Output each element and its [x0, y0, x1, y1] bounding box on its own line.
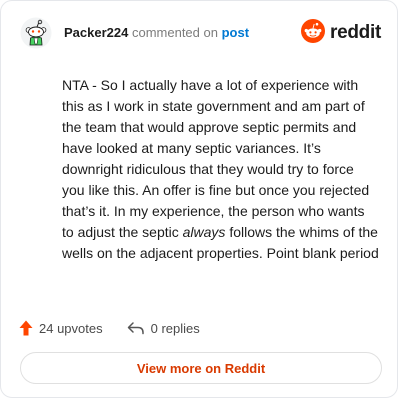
reddit-brand[interactable]: reddit	[301, 18, 381, 48]
reddit-comment-card: Packer224 commented on post reddit NTA -…	[0, 0, 398, 398]
reddit-logo-icon	[301, 18, 326, 48]
upvote-arrow-icon	[19, 320, 33, 336]
comment-body-text: NTA - So I actually have a lot of experi…	[62, 77, 370, 240]
view-more-button[interactable]: View more on Reddit	[20, 352, 382, 384]
comment-body: NTA - So I actually have a lot of experi…	[62, 75, 380, 264]
comment-meta: Packer224 commented on post	[64, 25, 249, 41]
post-link[interactable]: post	[222, 25, 249, 40]
reply-arrow-icon	[127, 322, 144, 335]
username-link[interactable]: Packer224	[64, 25, 128, 40]
comment-body-emphasis: always	[182, 224, 226, 240]
upvote-count: 24 upvotes	[39, 320, 103, 336]
reply-button[interactable]: 0 replies	[127, 321, 200, 336]
reply-count: 0 replies	[150, 320, 200, 336]
comment-header: Packer224 commented on post reddit	[20, 17, 381, 51]
action-text: commented on	[131, 25, 218, 40]
comment-stats: 24 upvotes 0 replies	[19, 318, 200, 338]
snoo-avatar-icon[interactable]	[20, 17, 52, 49]
brand-name: reddit	[330, 22, 381, 43]
upvote-button[interactable]: 24 upvotes	[19, 320, 103, 336]
